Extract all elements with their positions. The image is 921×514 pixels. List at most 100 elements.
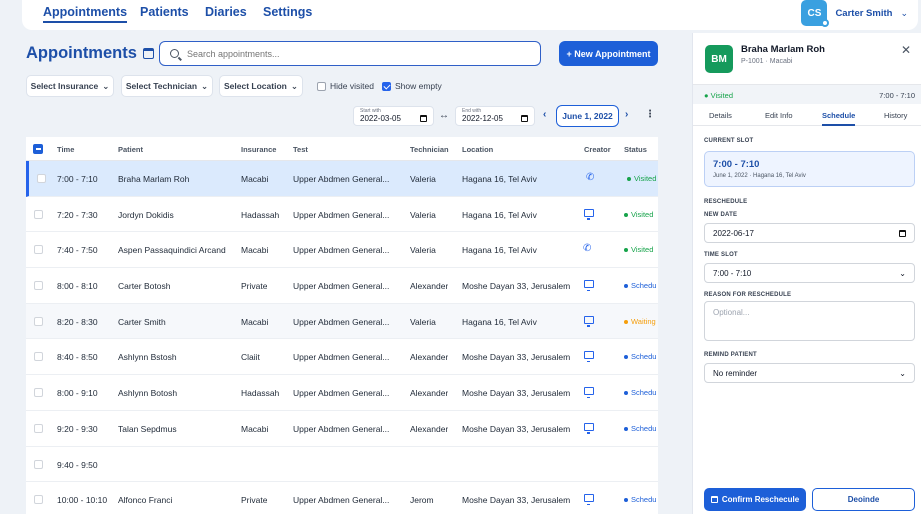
reschedule-label: RESCHEDULE (704, 199, 748, 205)
end-date-field[interactable]: End with 2022-12-05 (455, 106, 535, 126)
more-options-icon[interactable]: ⋮ (645, 109, 655, 120)
new-date-field[interactable]: 2022-06-17 (704, 223, 915, 243)
monitor-icon (584, 422, 594, 434)
cell-location: Moshe Dayan 33, Jerusalem (462, 495, 571, 506)
time-slot-select[interactable]: 7:00 - 7:10 ⌄ (704, 263, 915, 283)
col-status[interactable]: Status (624, 145, 647, 154)
row-checkbox[interactable] (37, 174, 46, 183)
confirm-label: Confirm Reschecule (721, 495, 800, 504)
row-checkbox[interactable] (34, 495, 43, 505)
page-title-text: Appointments (26, 44, 137, 62)
tab-diaries[interactable]: Diaries (205, 5, 247, 19)
show-empty-checkbox[interactable]: Show empty (382, 81, 442, 91)
row-checkbox[interactable] (34, 209, 43, 219)
tab-edit-info[interactable]: Edit Info (765, 111, 793, 120)
table-row[interactable]: 8:20 - 8:30 Carter Smith Macabi Upper Abdme… (26, 303, 658, 340)
chevron-down-icon: ⌄ (201, 80, 209, 91)
monitor-icon (584, 387, 594, 399)
row-checkbox[interactable] (34, 388, 43, 398)
remind-patient-label: REMIND PATIENT (704, 352, 757, 358)
tab-appointments[interactable]: Appointments (43, 5, 128, 23)
cell-patient: Carter Botosh (118, 281, 171, 292)
cell-location: Hagana 16, Tel Aviv (462, 316, 537, 327)
cell-location: Hagana 16, Tel Aviv (462, 174, 537, 184)
status-badge: Visited (627, 174, 656, 183)
status-badge: ● Visited (704, 91, 734, 100)
hide-visited-checkbox[interactable]: Hide visited (317, 81, 374, 91)
tab-history[interactable]: History (884, 111, 907, 120)
tab-details[interactable]: Details (709, 111, 732, 120)
new-appointment-button[interactable]: + New Appointment (559, 41, 658, 66)
col-technician[interactable]: Technician (410, 145, 449, 154)
cell-tech: Alexander (410, 423, 449, 434)
checkbox-unchecked[interactable] (317, 81, 326, 91)
col-time[interactable]: Time (57, 145, 74, 154)
confirm-reschedule-button[interactable]: Confirm Reschecule (704, 488, 806, 511)
table-row[interactable]: 8:00 - 8:10 Carter Botosh Private Upper Abd… (26, 268, 658, 304)
col-location[interactable]: Location (462, 145, 493, 154)
search-bar[interactable] (159, 41, 541, 66)
cell-tech: Alexander (410, 388, 449, 399)
cell-tech: Jerom (410, 495, 434, 506)
chevron-down-icon: ⌄ (899, 368, 906, 378)
checkbox-checked[interactable] (382, 81, 391, 91)
appointments-table: Time Patient Insurance Test Technician L… (26, 137, 658, 514)
row-checkbox[interactable] (34, 281, 43, 291)
cell-tech: Valeria (410, 174, 436, 184)
start-date-field[interactable]: Start with 2022-03-05 (353, 106, 434, 126)
close-icon[interactable]: ✕ (901, 43, 911, 57)
col-insurance[interactable]: Insurance (241, 145, 276, 154)
chevron-down-icon: ⌄ (899, 268, 906, 278)
search-input[interactable] (187, 48, 517, 59)
table-row[interactable]: 9:40 - 9:50 (26, 447, 658, 483)
cell-time: 10:00 - 10:10 (57, 495, 108, 506)
phone-icon: ✆ (586, 172, 595, 183)
user-name: Carter Smith (835, 7, 893, 19)
current-date-button[interactable]: June 1, 2022 (556, 105, 619, 127)
table-body: 7:00 - 7:10 Braha Marlam Roh Macabi Upper A… (26, 161, 658, 514)
decline-button[interactable]: Deoinde (812, 488, 915, 511)
row-checkbox[interactable] (34, 245, 43, 255)
col-test[interactable]: Test (293, 145, 308, 154)
row-checkbox[interactable] (34, 459, 43, 469)
row-checkbox[interactable] (34, 423, 43, 433)
cell-time: 9:40 - 9:50 (57, 459, 98, 470)
table-row[interactable]: 7:40 - 7:50 Aspen Passaquindici Arcand Mac… (26, 232, 658, 269)
calendar-icon[interactable] (142, 48, 154, 59)
cell-time: 7:00 - 7:10 (57, 174, 98, 184)
cell-patient: Jordyn Dokidis (118, 209, 174, 220)
tab-patients[interactable]: Patients (140, 5, 189, 19)
table-row[interactable]: 10:00 - 10:10 Alfonco Franci Private Upper … (26, 482, 658, 514)
status-text: Visited (634, 174, 657, 183)
table-row[interactable]: 8:00 - 9:10 Ashlynn Botosh Hadassah Upper A… (26, 375, 658, 411)
table-row[interactable]: 7:20 - 7:30 Jordyn Dokidis Hadassah Upper A… (26, 197, 658, 233)
row-checkbox[interactable] (34, 316, 43, 326)
status-text: Waiting (631, 316, 656, 326)
location-filter[interactable]: Select Location ⌄ (219, 75, 303, 97)
user-menu[interactable]: CS Carter Smith ⌄ (801, 0, 908, 27)
cell-patient: Braha Marlam Roh (118, 174, 190, 184)
insurance-filter[interactable]: Select Insurance ⌄ (26, 75, 114, 97)
col-patient[interactable]: Patient (118, 145, 143, 154)
tab-settings[interactable]: Settings (263, 5, 312, 19)
row-checkbox[interactable] (34, 352, 43, 362)
next-day-icon[interactable]: › (625, 109, 628, 120)
status-badge: Waiting (624, 317, 656, 326)
technician-filter[interactable]: Select Technician ⌄ (121, 75, 213, 97)
cell-location: Moshe Dayan 33, Jerusalem (462, 423, 571, 434)
col-creator[interactable]: Creator (584, 145, 611, 154)
location-filter-label: Select Location (224, 81, 287, 91)
remind-patient-select[interactable]: No reminder ⌄ (704, 363, 915, 383)
status-badge: Schedu (624, 495, 656, 504)
calendar-icon (521, 115, 528, 122)
table-row[interactable]: 9:20 - 9:30 Talan Sepdmus Macabi Upper Abdm… (26, 411, 658, 447)
phone-icon: ✆ (583, 243, 592, 255)
reason-textarea[interactable]: Optional... (704, 301, 915, 341)
status-dot (624, 319, 628, 324)
prev-day-icon[interactable]: ‹ (543, 109, 546, 120)
select-all-checkbox[interactable] (33, 144, 43, 154)
table-row[interactable]: 7:00 - 7:10 Braha Marlam Roh Macabi Upper A… (26, 161, 658, 197)
table-row[interactable]: 8:40 - 8:50 Ashlynn Bstosh Claiit Upper Abd… (26, 339, 658, 376)
tab-schedule[interactable]: Schedule (822, 111, 856, 126)
cell-insurance: Hadassah (241, 209, 280, 220)
